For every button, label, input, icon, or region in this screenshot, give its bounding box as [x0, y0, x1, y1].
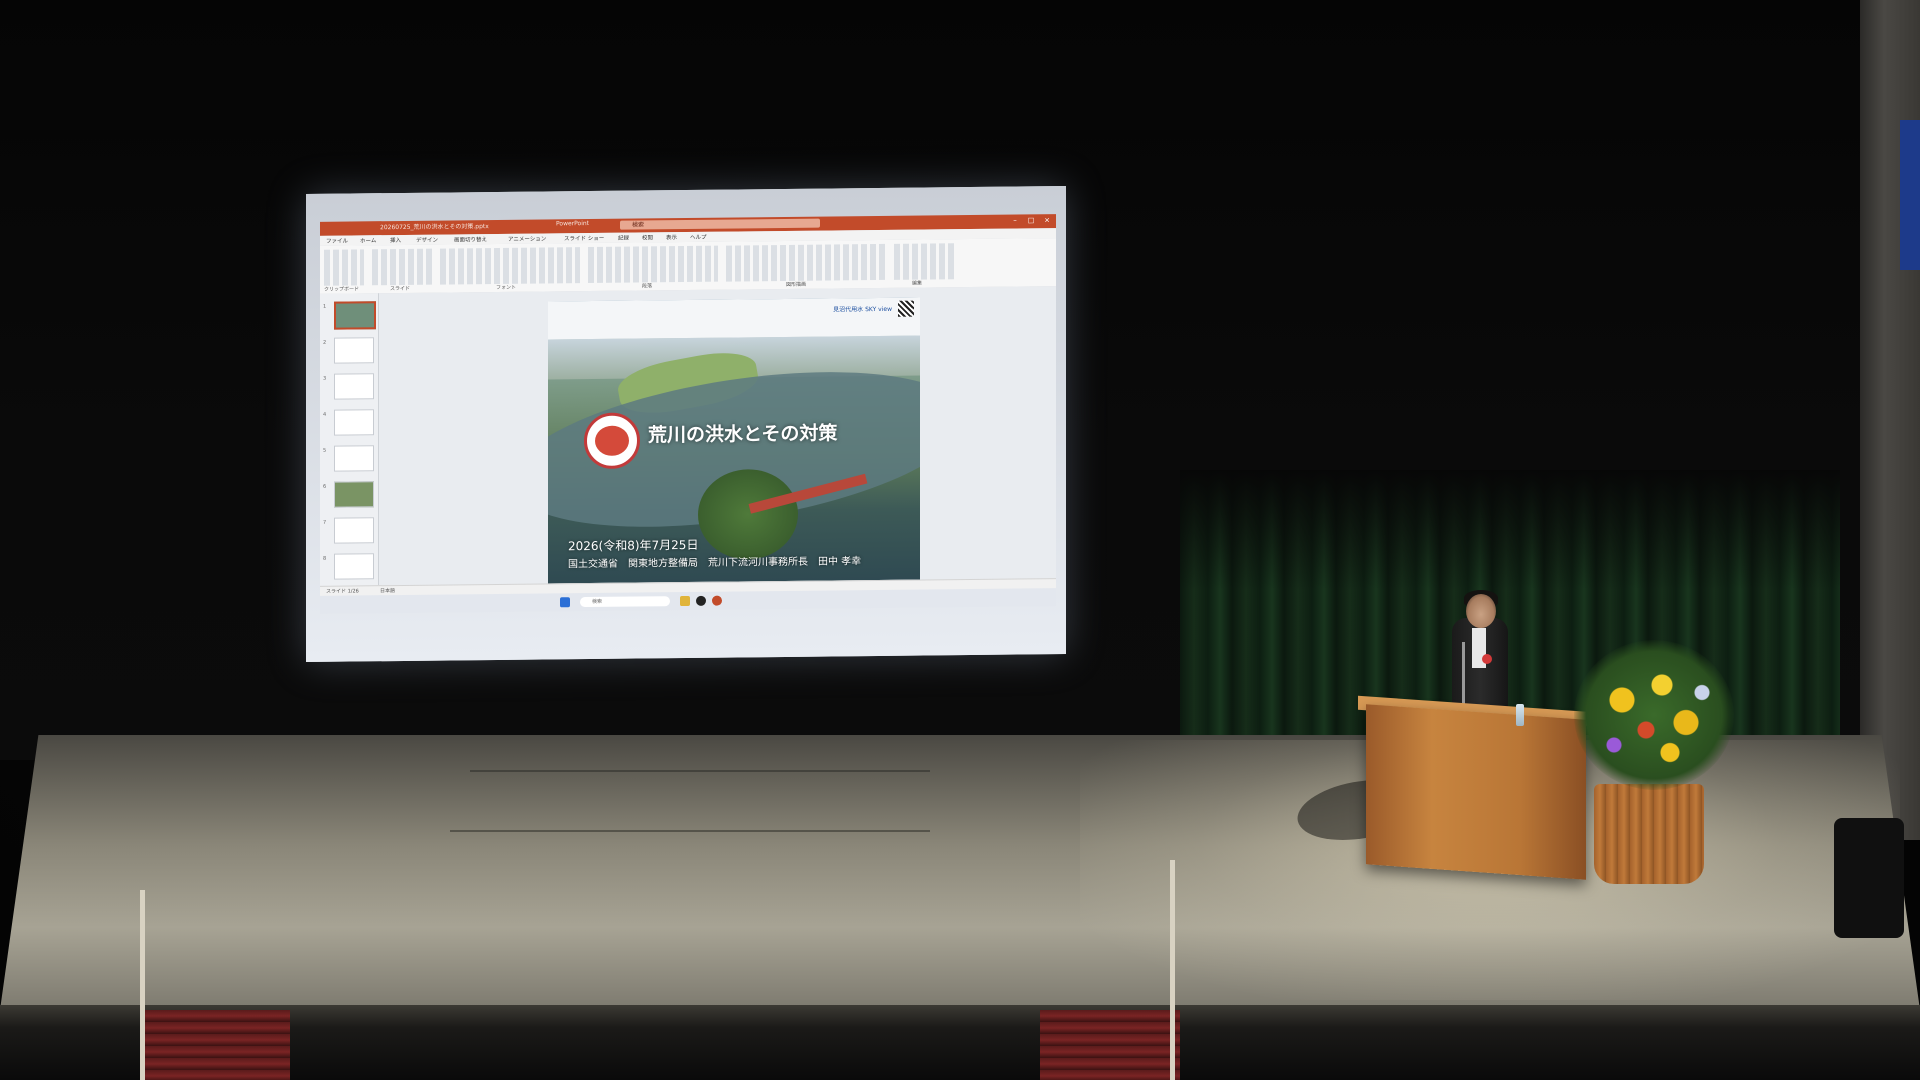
obs-icon[interactable] [696, 595, 706, 606]
podium [1366, 704, 1586, 880]
ribbon-group-paragraph[interactable] [588, 245, 718, 284]
slide-date: 2026(令和8)年7月25日 [568, 537, 699, 554]
stage-seam [470, 770, 930, 772]
projection-screen: 20260725_荒川の洪水とその対策.pptx PowerPoint 検索 –… [306, 186, 1066, 662]
slide-thumbnail-pane: 1 2 3 4 5 6 7 8 [320, 293, 379, 586]
thumb-number: 3 [323, 375, 327, 382]
ppt-workspace: 1 2 3 4 5 6 7 8 見沼代用水 SKY view 荒川の洪水とその対… [320, 286, 1056, 586]
speaker-head [1466, 594, 1496, 628]
flower-arrangement [1574, 640, 1734, 790]
tab-view[interactable]: 表示 [666, 233, 677, 241]
ribbon-group-clipboard[interactable] [324, 249, 364, 286]
thumb-number: 6 [323, 483, 327, 490]
status-slide-count: スライド 1/26 [326, 588, 359, 595]
slide-thumbnail[interactable] [334, 481, 374, 508]
thumb-number: 8 [323, 555, 327, 562]
water-bottle [1516, 704, 1524, 726]
ribbon-group-slides[interactable] [372, 248, 432, 286]
slide-thumbnail[interactable] [334, 553, 374, 580]
curtain-shadow [1180, 470, 1840, 590]
slide-topbar-caption: 見沼代用水 SKY view [833, 305, 892, 314]
stage-monitor [1834, 818, 1904, 938]
minimize-icon[interactable]: – [1010, 217, 1020, 226]
stage-steps-right [1040, 1010, 1180, 1080]
thumb-number: 4 [323, 411, 327, 418]
slide-title: 荒川の洪水とその対策 [648, 422, 838, 447]
tab-transitions[interactable]: 画面切り替え [454, 235, 487, 243]
thumb-number: 7 [323, 519, 327, 526]
mascot-badge-inner [595, 425, 629, 456]
ribbon-group-label: クリップボード [324, 286, 360, 293]
tab-help[interactable]: ヘルプ [690, 233, 707, 241]
handrail-left [140, 890, 145, 1080]
ribbon-group-drawing[interactable] [726, 243, 886, 282]
powerpoint-icon[interactable] [712, 595, 722, 606]
slide-thumbnail[interactable] [334, 409, 374, 436]
slide-thumbnail[interactable] [334, 445, 374, 472]
close-icon[interactable]: × [1042, 216, 1052, 225]
slide-thumbnail[interactable] [334, 301, 376, 330]
tab-animations[interactable]: アニメーション [508, 234, 546, 242]
ppt-search-placeholder: 検索 [632, 221, 645, 229]
rosette-icon [1482, 654, 1492, 664]
tab-slideshow[interactable]: スライド ショー [564, 234, 604, 242]
tab-review[interactable]: 校閲 [642, 233, 653, 241]
tab-insert[interactable]: 挿入 [390, 236, 401, 244]
tab-home[interactable]: ホーム [360, 236, 376, 244]
flower-planter [1594, 784, 1704, 884]
ribbon-group-editing[interactable] [894, 243, 954, 280]
wall-sign [1900, 120, 1920, 270]
slide-topbar: 見沼代用水 SKY view [548, 297, 920, 340]
current-slide[interactable]: 見沼代用水 SKY view 荒川の洪水とその対策 2026(令和8)年7月25… [548, 297, 920, 584]
ribbon-group-label: 図形描画 [786, 281, 807, 288]
taskbar-search[interactable]: 検索 [580, 596, 670, 608]
folder-icon[interactable] [680, 595, 690, 607]
thumb-number: 5 [323, 447, 327, 454]
tab-record[interactable]: 記録 [618, 234, 629, 242]
ribbon-group-font[interactable] [440, 247, 580, 285]
slide-author: 国土交通省 関東地方整備局 荒川下流河川事務所長 田中 孝幸 [568, 556, 862, 571]
slide-island [698, 468, 798, 560]
start-icon[interactable] [560, 597, 570, 608]
stage-steps-left [140, 1010, 290, 1080]
window-title: 20260725_荒川の洪水とその対策.pptx [380, 223, 489, 232]
qr-code-icon [898, 300, 914, 317]
app-name: PowerPoint [556, 220, 590, 228]
ribbon-group-label: 編集 [912, 280, 923, 287]
mascot-badge-icon [584, 412, 640, 470]
ribbon-group-label: フォント [496, 284, 517, 291]
handrail-right [1170, 860, 1175, 1080]
ppt-search-box[interactable]: 検索 [620, 218, 820, 230]
thumb-number: 1 [323, 303, 327, 310]
ribbon-group-label: 段落 [642, 283, 653, 290]
tab-design[interactable]: デザイン [416, 236, 438, 244]
stage-seam [450, 830, 930, 832]
ribbon-group-label: スライド [390, 285, 411, 293]
maximize-icon[interactable]: □ [1026, 216, 1036, 225]
status-language: 日本語 [380, 588, 396, 595]
tab-file[interactable]: ファイル [326, 237, 348, 245]
slide-thumbnail[interactable] [334, 337, 374, 364]
slide-thumbnail[interactable] [334, 517, 374, 544]
slide-thumbnail[interactable] [334, 373, 374, 400]
thumb-number: 2 [323, 339, 327, 346]
auditorium-scene: 20260725_荒川の洪水とその対策.pptx PowerPoint 検索 –… [0, 0, 1920, 1080]
